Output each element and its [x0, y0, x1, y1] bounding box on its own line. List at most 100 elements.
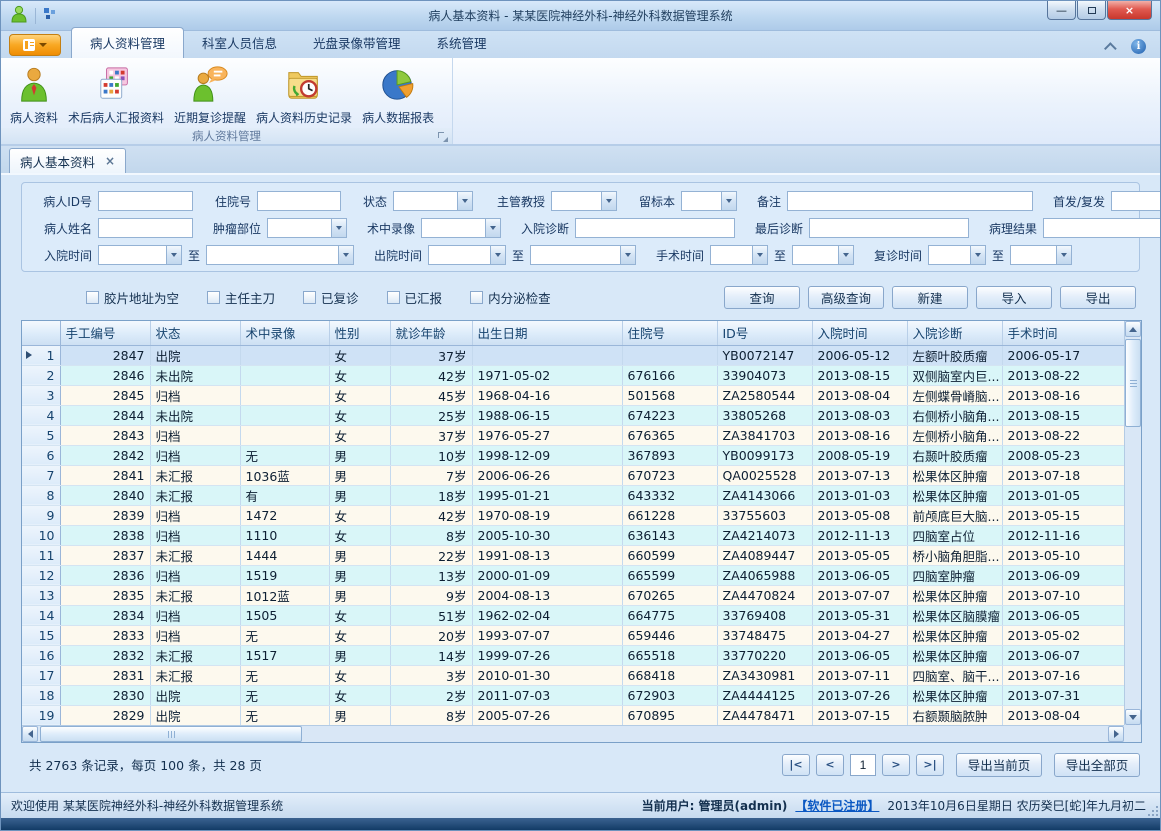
export-button[interactable]: 导出: [1060, 286, 1136, 309]
table-row[interactable]: 112837未汇报1444男22岁1991-08-13660599ZA40894…: [22, 545, 1124, 565]
cell[interactable]: 2013-05-05: [812, 545, 907, 565]
cell[interactable]: ZA4214073: [717, 525, 812, 545]
ribbon-tab-disc-management[interactable]: 光盘录像带管理: [295, 28, 419, 58]
row-indicator[interactable]: 11: [22, 545, 60, 565]
cell[interactable]: 女: [329, 625, 390, 645]
cell[interactable]: 松果体区肿瘤: [907, 485, 1002, 505]
cell[interactable]: [472, 345, 622, 365]
cell[interactable]: 2832: [60, 645, 150, 665]
cell[interactable]: 1505: [240, 605, 329, 625]
cell[interactable]: 2012-11-16: [1002, 525, 1124, 545]
cell[interactable]: ZA2580544: [717, 385, 812, 405]
cell[interactable]: ZA4065988: [717, 565, 812, 585]
cell[interactable]: 2013-08-04: [812, 385, 907, 405]
cell[interactable]: 松果体区脑膜瘤: [907, 605, 1002, 625]
cell[interactable]: 8岁: [390, 705, 472, 725]
cell[interactable]: [240, 345, 329, 365]
tab-close-icon[interactable]: ×: [105, 154, 115, 168]
cell[interactable]: 367893: [622, 445, 717, 465]
cell[interactable]: 四脑室占位: [907, 525, 1002, 545]
row-indicator[interactable]: 19: [22, 705, 60, 725]
chevron-down-icon[interactable]: [601, 192, 616, 210]
cell[interactable]: 女: [329, 365, 390, 385]
row-indicator[interactable]: 3: [22, 385, 60, 405]
cell[interactable]: 归档: [150, 425, 240, 445]
cell[interactable]: 2011-07-03: [472, 685, 622, 705]
cell[interactable]: 2013-07-11: [812, 665, 907, 685]
cell[interactable]: 无: [240, 685, 329, 705]
cell[interactable]: 2013-07-13: [812, 465, 907, 485]
cell[interactable]: 2829: [60, 705, 150, 725]
export-all-pages-button[interactable]: 导出全部页: [1054, 753, 1140, 777]
cell[interactable]: 2013-07-18: [1002, 465, 1124, 485]
new-button[interactable]: 新建: [892, 286, 968, 309]
cell[interactable]: 有: [240, 485, 329, 505]
column-header[interactable]: 手术时间: [1002, 321, 1124, 345]
column-header[interactable]: 就诊年龄: [390, 321, 472, 345]
row-indicator[interactable]: 18: [22, 685, 60, 705]
cell[interactable]: 2013-08-15: [812, 365, 907, 385]
table-row[interactable]: 172831未汇报无女3岁2010-01-30668418ZA343098120…: [22, 665, 1124, 685]
surgery-time-to-combo[interactable]: [792, 245, 854, 265]
collapse-ribbon-icon[interactable]: [1104, 42, 1117, 55]
column-header[interactable]: 手工编号: [60, 321, 150, 345]
cell[interactable]: 2010-01-30: [472, 665, 622, 685]
cell[interactable]: 未汇报: [150, 545, 240, 565]
cell[interactable]: 2013-07-16: [1002, 665, 1124, 685]
cell[interactable]: 男: [329, 445, 390, 465]
cell[interactable]: 未汇报: [150, 665, 240, 685]
cell[interactable]: 女: [329, 405, 390, 425]
cell[interactable]: 2834: [60, 605, 150, 625]
chevron-down-icon[interactable]: [457, 192, 472, 210]
admit-time-from-combo[interactable]: [98, 245, 182, 265]
cell[interactable]: [240, 405, 329, 425]
chevron-down-icon[interactable]: [331, 219, 346, 237]
cell[interactable]: 2830: [60, 685, 150, 705]
cell[interactable]: 2000-01-09: [472, 565, 622, 585]
postop-report-button[interactable]: 术后病人汇报资料: [63, 61, 169, 128]
cell[interactable]: 出院: [150, 685, 240, 705]
cell[interactable]: 男: [329, 645, 390, 665]
cell[interactable]: 14岁: [390, 645, 472, 665]
cell[interactable]: 女: [329, 505, 390, 525]
cell[interactable]: 2013-07-31: [1002, 685, 1124, 705]
prev-page-button[interactable]: <: [816, 754, 844, 776]
cell[interactable]: 未汇报: [150, 585, 240, 605]
cell[interactable]: 2013-08-15: [1002, 405, 1124, 425]
cell[interactable]: 1012蓝: [240, 585, 329, 605]
pathology-input[interactable]: [1043, 218, 1161, 238]
cell[interactable]: 2岁: [390, 685, 472, 705]
cell[interactable]: 13岁: [390, 565, 472, 585]
followup-time-from-combo[interactable]: [928, 245, 986, 265]
row-indicator[interactable]: 6: [22, 445, 60, 465]
checkbox-reported[interactable]: 已汇报: [387, 288, 443, 307]
cell[interactable]: 男: [329, 705, 390, 725]
row-indicator[interactable]: 13: [22, 585, 60, 605]
cell[interactable]: 42岁: [390, 365, 472, 385]
chevron-down-icon[interactable]: [485, 219, 500, 237]
cell[interactable]: 1036蓝: [240, 465, 329, 485]
advanced-query-button[interactable]: 高级查询: [808, 286, 884, 309]
cell[interactable]: 未出院: [150, 365, 240, 385]
cell[interactable]: [622, 345, 717, 365]
table-row[interactable]: 82840未汇报有男18岁1995-01-21643332ZA414306620…: [22, 485, 1124, 505]
cell[interactable]: 男: [329, 465, 390, 485]
cell[interactable]: 未汇报: [150, 645, 240, 665]
query-button[interactable]: 查询: [724, 286, 800, 309]
professor-combo[interactable]: [551, 191, 617, 211]
row-indicator[interactable]: 8: [22, 485, 60, 505]
cell[interactable]: 670895: [622, 705, 717, 725]
cell[interactable]: 1968-04-16: [472, 385, 622, 405]
registered-link[interactable]: 【软件已注册】: [795, 797, 879, 814]
column-header[interactable]: 入院时间: [812, 321, 907, 345]
scroll-up-button[interactable]: [1125, 321, 1141, 337]
cell[interactable]: 松果体区肿瘤: [907, 625, 1002, 645]
cell[interactable]: 无: [240, 625, 329, 645]
row-indicator[interactable]: 2: [22, 365, 60, 385]
chevron-down-icon[interactable]: [752, 246, 767, 264]
cell[interactable]: 1970-08-19: [472, 505, 622, 525]
cell[interactable]: [240, 365, 329, 385]
table-row[interactable]: 72841未汇报1036蓝男7岁2006-06-26670723QA002552…: [22, 465, 1124, 485]
cell[interactable]: 2013-06-05: [1002, 605, 1124, 625]
patient-id-input[interactable]: [98, 191, 193, 211]
